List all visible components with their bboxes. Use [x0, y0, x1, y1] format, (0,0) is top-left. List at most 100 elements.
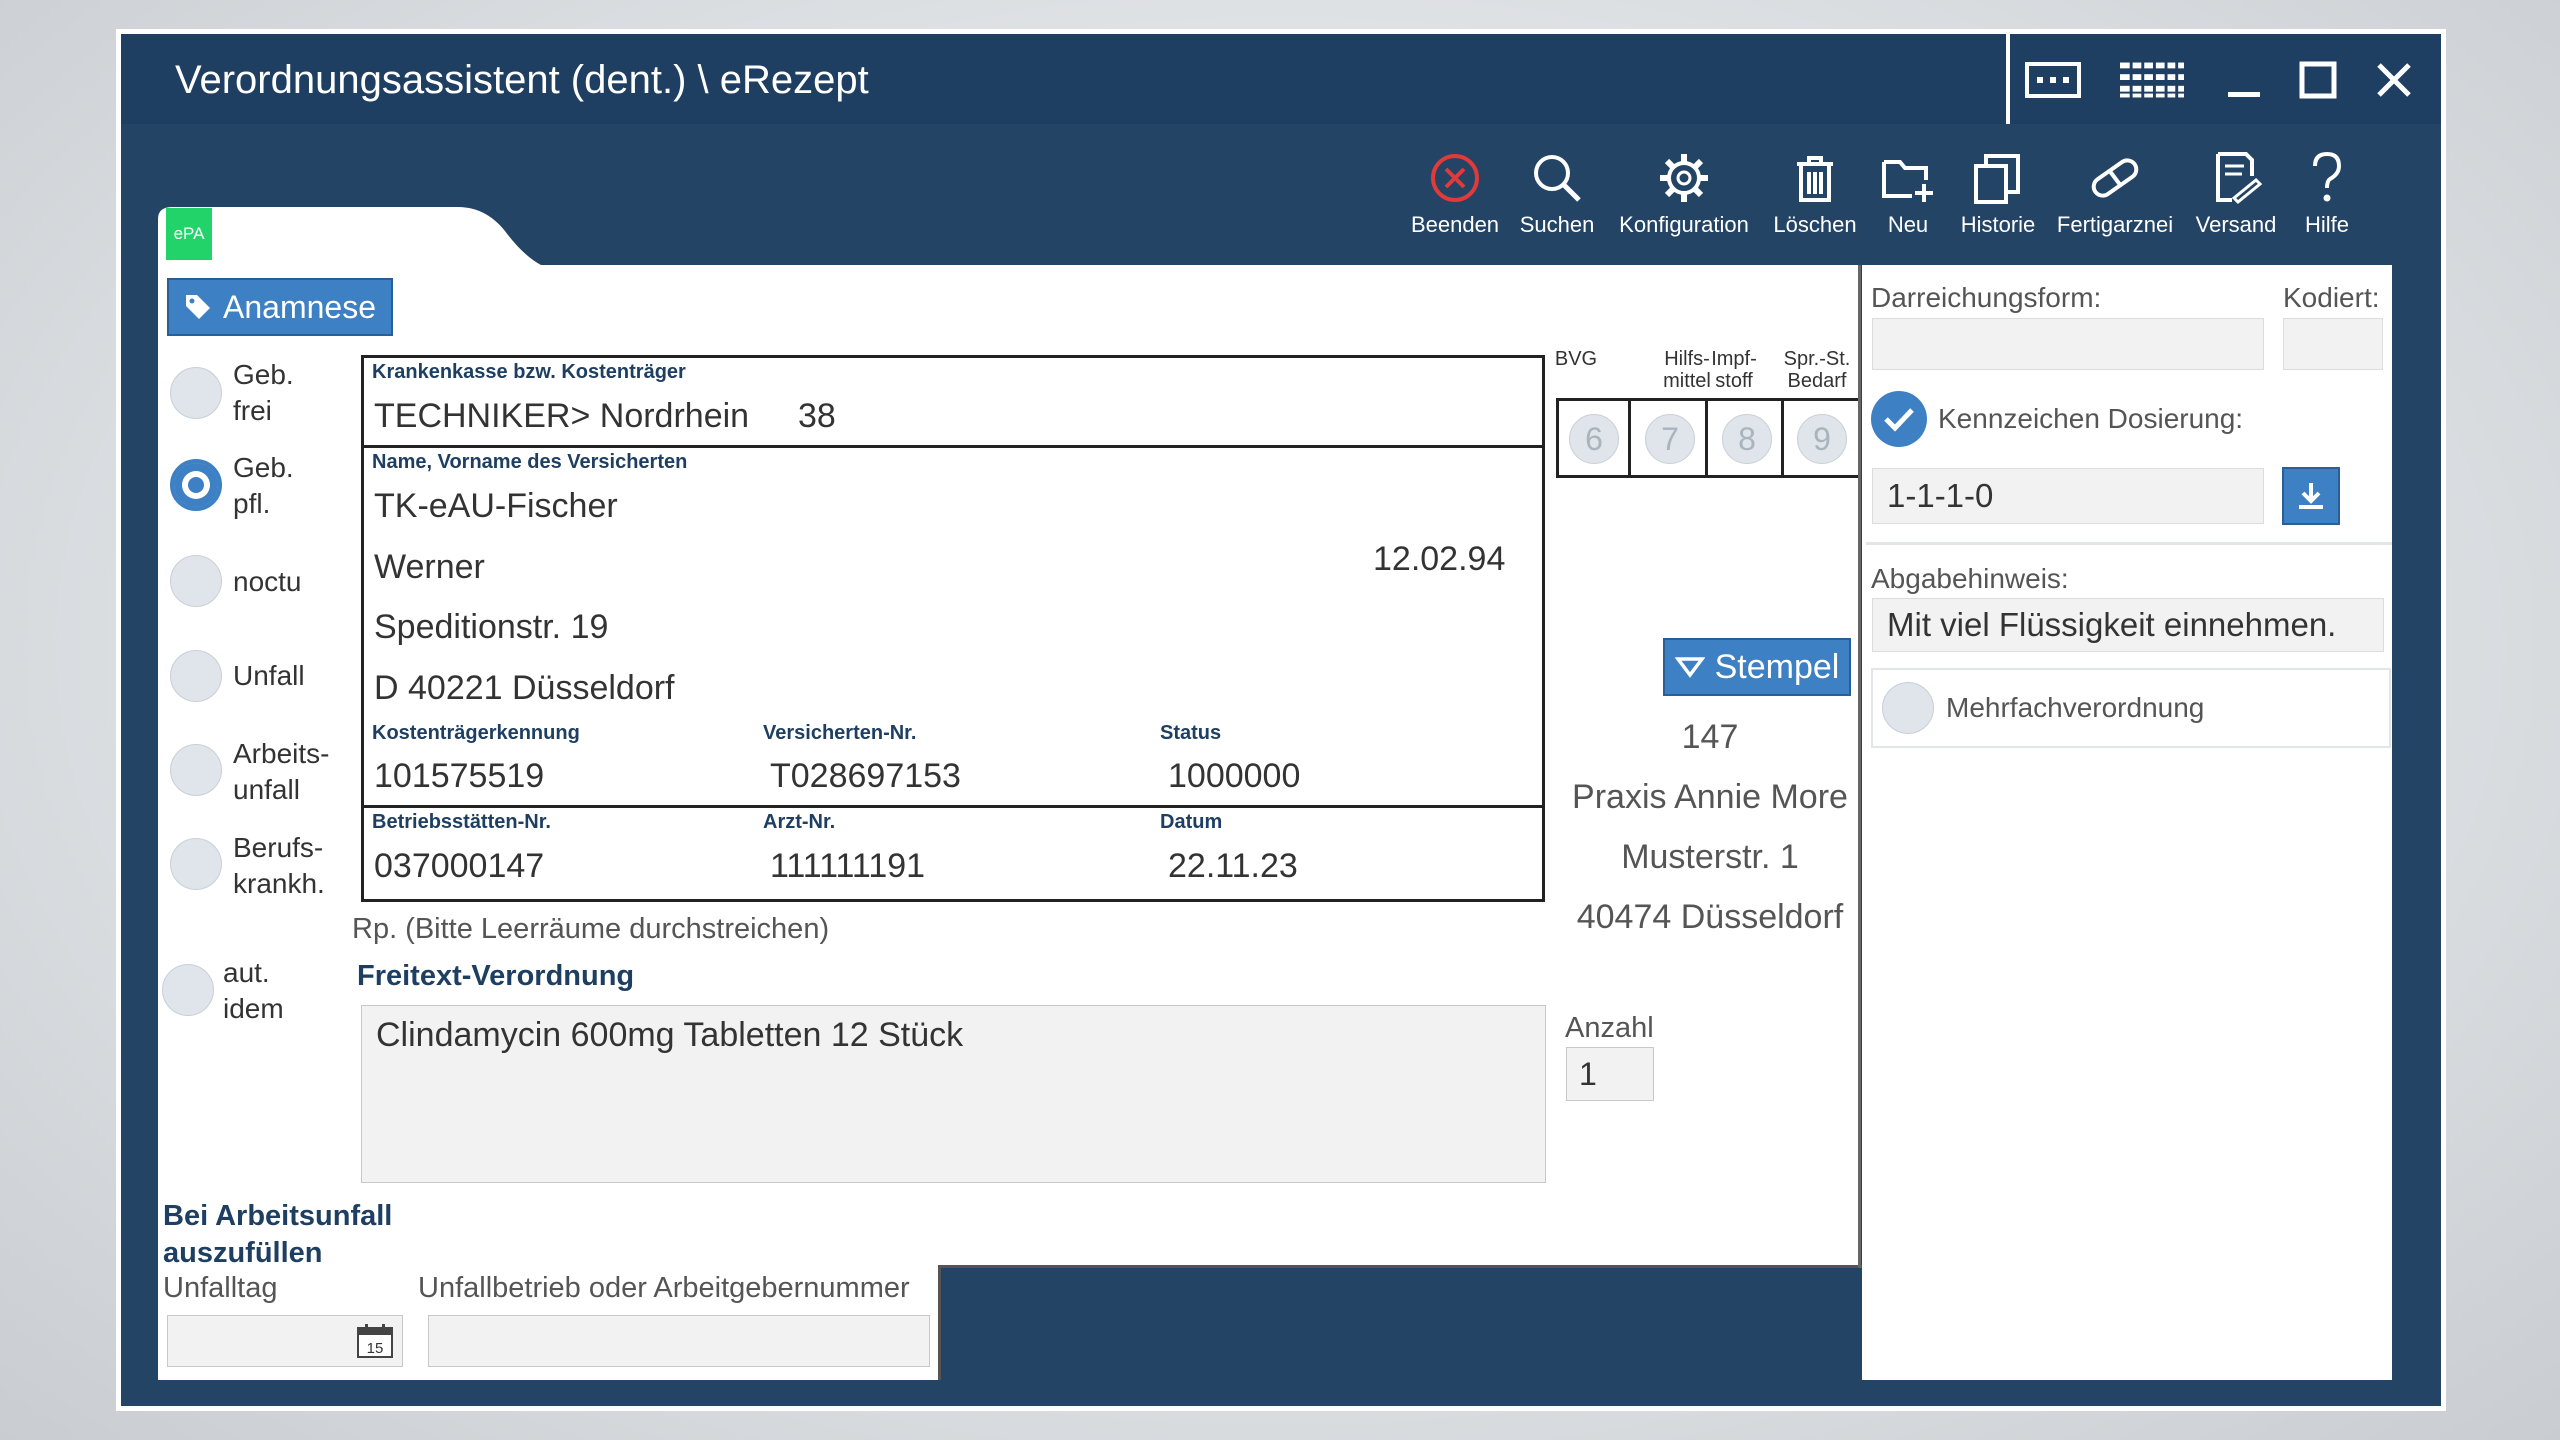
anzahl-input[interactable]	[1566, 1047, 1654, 1101]
toolbar-label: Hilfe	[2304, 212, 2349, 237]
rp-hint: Rp. (Bitte Leerräume durchstreichen)	[352, 913, 830, 945]
stempel-label: Stempel	[1714, 647, 1840, 686]
toolbar-versand-button[interactable]: Versand	[2186, 150, 2286, 250]
stamp-line: Praxis Annie More	[1572, 778, 1848, 816]
kodiert-input[interactable]	[2283, 318, 2383, 370]
toolbar-label: Beenden	[1410, 212, 1500, 237]
divider	[940, 1265, 1862, 1268]
freitext-textarea[interactable]: Clindamycin 600mg Tabletten 12 Stück	[361, 1005, 1546, 1183]
arzt-label: Arzt-Nr.	[763, 811, 836, 833]
mehrfach-label: Mehrfachverordnung	[1946, 692, 2205, 723]
divider	[361, 805, 1545, 808]
toolbar-historie-button[interactable]: Historie	[1948, 150, 2048, 250]
hilfsmittel-toggle[interactable]: 7	[1645, 414, 1695, 464]
search-icon	[1534, 155, 1581, 202]
gear-icon	[1660, 154, 1708, 202]
dosierung-checkbox[interactable]	[1871, 391, 1927, 447]
status-label: Status	[1160, 722, 1222, 744]
unfalltag-label: Unfalltag	[163, 1272, 278, 1304]
toolbar-label: Neu	[1887, 212, 1929, 237]
trash-icon	[1797, 156, 1833, 202]
bottom-background	[940, 1268, 1862, 1380]
epa-badge[interactable]: ePA	[166, 208, 212, 260]
bvg-column-label: Spr.-St. Bedarf	[1783, 348, 1851, 392]
dosierung-input[interactable]	[1872, 468, 2264, 524]
bsnr-label: Betriebsstätten-Nr.	[372, 811, 551, 833]
stamp-line: 147	[1681, 718, 1739, 756]
unfallbetrieb-input[interactable]	[428, 1315, 930, 1367]
bvg-column-label: Impf- stoff	[1711, 348, 1757, 392]
toolbar-loeschen-button[interactable]: Löschen	[1765, 150, 1865, 250]
keyboard-icon[interactable]	[2021, 48, 2085, 112]
history-copy-icon	[1974, 154, 2020, 204]
radio-arbeitsunfall[interactable]	[170, 744, 222, 796]
toolbar-hilfe-button[interactable]: Hilfe	[2277, 150, 2377, 250]
toolbar-neu-button[interactable]: Neu	[1858, 150, 1958, 250]
toolbar-konfiguration-button[interactable]: Konfiguration	[1619, 150, 1749, 250]
unfallbetrieb-label: Unfallbetrieb oder Arbeitgebernummer	[418, 1272, 910, 1304]
stamp-line: Musterstr. 1	[1621, 838, 1799, 876]
kasse-value: TECHNIKER> Nordrhein	[374, 397, 750, 435]
darreichung-input[interactable]	[1872, 318, 2264, 370]
send-document-icon	[2216, 152, 2263, 205]
darreichung-label: Darreichungsform:	[1871, 282, 2102, 313]
arbeitsunfall-title: Bei Arbeitsunfall auszufüllen	[163, 1200, 393, 1269]
radio-geb-pfl[interactable]	[170, 459, 222, 511]
window-title: Verordnungsassistent (dent.) \ eRezept	[175, 58, 869, 102]
new-folder-icon	[1882, 160, 1933, 202]
sprechstundenbedarf-toggle[interactable]: 9	[1797, 414, 1847, 464]
radio-unfall[interactable]	[170, 650, 222, 702]
toolbar-label: Fertigarznei	[2056, 212, 2174, 237]
close-icon[interactable]	[2362, 48, 2426, 112]
radio-geb-frei[interactable]	[170, 367, 222, 419]
triangle-down-icon	[1674, 657, 1705, 678]
radio-label: Berufs- krankh.	[233, 832, 325, 899]
divider	[1781, 401, 1784, 475]
radio-aut-idem[interactable]	[162, 964, 214, 1016]
impfstoff-toggle[interactable]: 8	[1722, 414, 1772, 464]
radio-noctu[interactable]	[170, 555, 222, 607]
calendar-icon[interactable]: 15	[356, 1323, 394, 1359]
download-icon	[2299, 483, 2323, 509]
toolbar-label: Historie	[1960, 212, 2036, 237]
radio-berufskrankheit[interactable]	[170, 838, 222, 890]
name-label: Name, Vorname des Versicherten	[372, 451, 688, 473]
versicherten-label: Versicherten-Nr.	[763, 722, 917, 744]
divider	[1858, 265, 1861, 1268]
divider	[1705, 401, 1708, 475]
tag-icon	[186, 295, 210, 319]
freitext-title: Freitext-Verordnung	[357, 960, 635, 992]
stempel-button[interactable]: Stempel	[1663, 638, 1851, 696]
versicherten-value: T028697153	[770, 757, 961, 795]
abgabe-input[interactable]	[1872, 598, 2384, 652]
datum-value: 22.11.23	[1168, 847, 1298, 885]
patient-city: D 40221 Düsseldorf	[374, 669, 675, 707]
radio-label: Geb. frei	[233, 359, 294, 426]
divider	[1866, 542, 2392, 545]
bvg-toggle[interactable]: 6	[1569, 414, 1619, 464]
radio-label: Unfall	[233, 660, 305, 691]
arzt-value: 111111191	[770, 847, 926, 885]
toolbar-label: Löschen	[1773, 212, 1857, 237]
minimize-icon[interactable]	[2212, 48, 2276, 112]
toolbar-fertigarznei-button[interactable]: Fertigarznei	[2057, 150, 2173, 250]
radio-label: Geb. pfl.	[233, 452, 294, 519]
toolbar-label: Konfiguration	[1619, 212, 1749, 237]
datum-label: Datum	[1160, 811, 1223, 833]
kasse-label: Krankenkasse bzw. Kostenträger	[372, 361, 686, 383]
radio-label: aut. idem	[223, 957, 284, 1024]
stamp-line: 40474 Düsseldorf	[1576, 898, 1844, 936]
bvg-column-label: BVG	[1554, 348, 1598, 370]
divider	[361, 445, 1545, 448]
maximize-icon[interactable]	[2286, 48, 2350, 112]
toolbar-suchen-button[interactable]: Suchen	[1507, 150, 1607, 250]
anamnese-button[interactable]: Anamnese	[167, 278, 393, 336]
question-icon	[2313, 151, 2342, 202]
anamnese-label: Anamnese	[223, 288, 376, 325]
patient-lastname: TK-eAU-Fischer	[374, 487, 618, 525]
grid-keyboard-icon[interactable]	[2120, 48, 2184, 112]
status-value: 1000000	[1168, 757, 1301, 795]
toolbar-beenden-button[interactable]: Beenden	[1405, 150, 1505, 250]
dosierung-download-button[interactable]	[2282, 467, 2340, 525]
mehrfach-toggle[interactable]	[1882, 682, 1934, 734]
